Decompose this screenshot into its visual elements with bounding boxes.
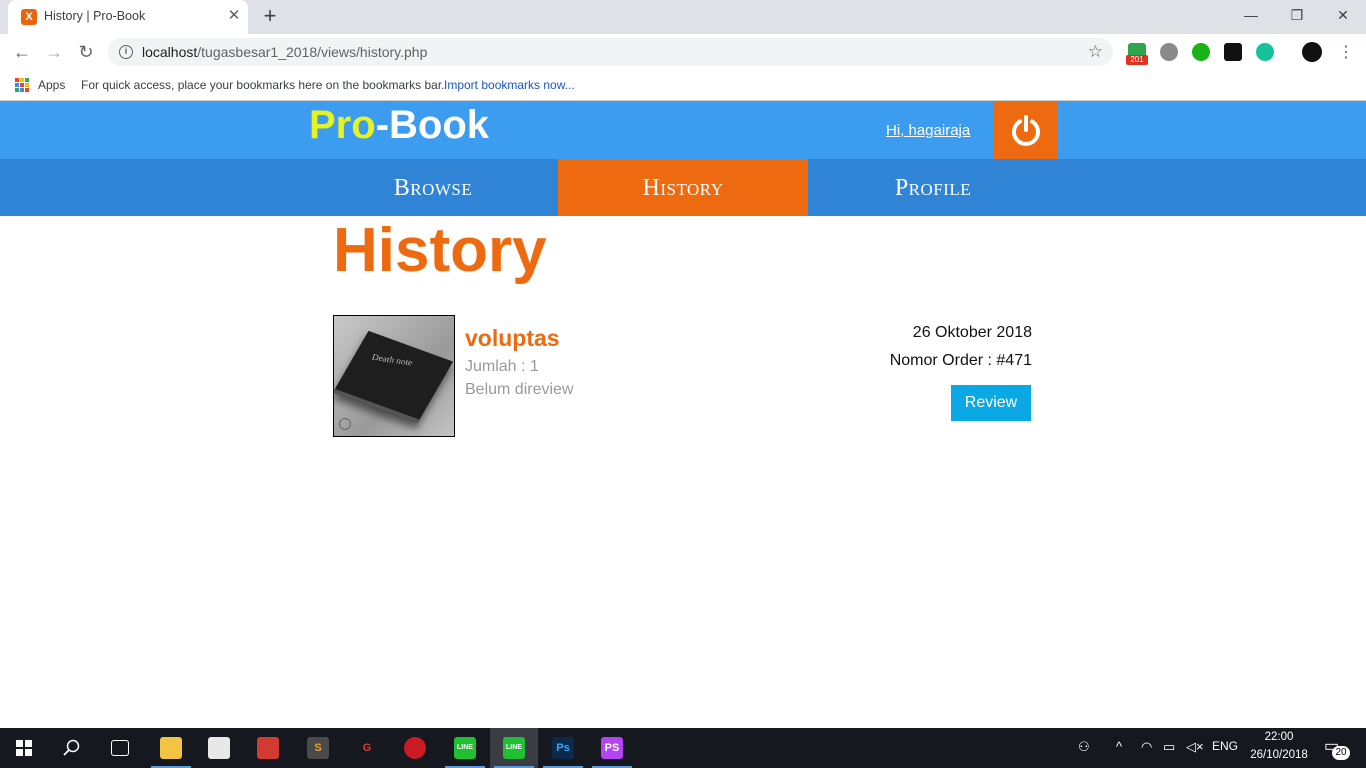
extension-jetbrains-icon[interactable] bbox=[1224, 43, 1242, 61]
photoshop-icon[interactable]: Ps bbox=[539, 728, 587, 768]
review-status: Belum direview bbox=[465, 381, 574, 398]
line-app-active-icon[interactable]: LINE bbox=[490, 728, 538, 768]
store-icon[interactable] bbox=[195, 728, 243, 768]
bookmarks-hint: For quick access, place your bookmarks h… bbox=[81, 78, 445, 92]
logout-button[interactable] bbox=[993, 101, 1058, 159]
bookmark-star-icon[interactable]: ☆ bbox=[1088, 42, 1103, 62]
close-tab-icon[interactable]: ✕ bbox=[224, 6, 244, 26]
browser-tab[interactable]: X History | Pro-Book ✕ bbox=[8, 0, 248, 34]
volume-muted-icon[interactable]: ◁× bbox=[1186, 739, 1204, 755]
battery-icon[interactable]: ▭ bbox=[1163, 739, 1175, 755]
book-cover-image[interactable]: Death note bbox=[333, 315, 455, 437]
site-header: Pro-Book Hi, hagairaja bbox=[0, 101, 1366, 159]
logo-book: -Book bbox=[375, 103, 490, 147]
clock-time[interactable]: 22:00 bbox=[1258, 731, 1300, 743]
book-cover-text: Death note bbox=[370, 352, 414, 368]
order-quantity: Jumlah : 1 bbox=[465, 358, 539, 375]
search-icon[interactable] bbox=[48, 728, 96, 768]
book-title[interactable]: voluptas bbox=[465, 325, 560, 352]
start-button[interactable] bbox=[0, 728, 48, 768]
book-shape: Death note bbox=[334, 330, 454, 424]
url-text[interactable]: localhost/tugasbesar1_2018/views/history… bbox=[142, 44, 427, 60]
extension-grammarly-icon[interactable] bbox=[1256, 43, 1274, 61]
url-host: localhost bbox=[142, 44, 198, 60]
nav-profile[interactable]: Profile bbox=[808, 159, 1058, 216]
browser-menu-icon[interactable]: ⋮ bbox=[1338, 42, 1354, 62]
file-explorer-icon[interactable] bbox=[147, 728, 195, 768]
info-icon[interactable]: i bbox=[119, 45, 133, 59]
extension-bulb-icon[interactable] bbox=[1160, 43, 1178, 61]
order-number: Nomor Order : #471 bbox=[889, 352, 1032, 369]
tab-title: History | Pro-Book bbox=[44, 9, 146, 23]
reload-icon[interactable]: ↻ bbox=[74, 41, 98, 63]
watermark-icon bbox=[339, 418, 351, 430]
new-tab-button[interactable]: + bbox=[258, 5, 282, 29]
extension-share-icon[interactable] bbox=[1192, 43, 1210, 61]
forward-arrow-icon[interactable]: → bbox=[42, 41, 66, 63]
back-arrow-icon[interactable]: ← bbox=[10, 41, 34, 63]
profile-avatar[interactable] bbox=[1302, 42, 1322, 62]
windows-taskbar: S G LINE LINE Ps PS ⚇ ^ ◠ ▭ ◁× ENG ▭ bbox=[0, 728, 1366, 768]
main-nav: Browse History Profile bbox=[0, 159, 1366, 216]
language-indicator[interactable]: ENG bbox=[1212, 739, 1238, 753]
restore-window-icon[interactable]: ❐ bbox=[1274, 0, 1320, 30]
user-greeting-link[interactable]: Hi, hagairaja bbox=[886, 122, 970, 139]
review-button[interactable]: Review bbox=[951, 385, 1031, 421]
windows-logo-icon bbox=[16, 740, 32, 756]
opera-icon[interactable] bbox=[391, 728, 439, 768]
clock-date[interactable]: 26/10/2018 bbox=[1246, 749, 1312, 761]
close-window-icon[interactable]: ✕ bbox=[1320, 0, 1366, 30]
nav-browse[interactable]: Browse bbox=[308, 159, 558, 216]
sublime-text-icon[interactable]: S bbox=[294, 728, 342, 768]
xampp-favicon-icon: X bbox=[21, 9, 37, 25]
chevron-up-icon[interactable]: ^ bbox=[1116, 739, 1122, 754]
site-logo[interactable]: Pro-Book bbox=[309, 103, 489, 148]
url-path: /tugasbesar1_2018/views/history.php bbox=[197, 44, 428, 60]
garena-icon[interactable]: G bbox=[343, 728, 391, 768]
gift-app-icon[interactable] bbox=[244, 728, 292, 768]
browser-tab-strip: X History | Pro-Book ✕ + — ❐ ✕ bbox=[0, 0, 1366, 34]
order-date: 26 Oktober 2018 bbox=[912, 324, 1032, 341]
phpstorm-icon[interactable]: PS bbox=[588, 728, 636, 768]
nav-history[interactable]: History bbox=[558, 159, 808, 216]
people-icon[interactable]: ⚇ bbox=[1078, 739, 1090, 755]
notification-count-badge: 20 bbox=[1332, 746, 1350, 760]
magnifier-icon bbox=[63, 739, 80, 756]
apps-link[interactable]: Apps bbox=[38, 78, 65, 92]
logo-pro: Pro bbox=[309, 103, 376, 147]
extension-badge: 201 bbox=[1126, 55, 1148, 65]
address-bar[interactable]: i localhost/tugasbesar1_2018/views/histo… bbox=[108, 38, 1113, 66]
page-title: History bbox=[333, 216, 547, 285]
power-icon bbox=[1012, 115, 1040, 146]
wifi-icon[interactable]: ◠ bbox=[1141, 739, 1152, 755]
minimize-window-icon[interactable]: — bbox=[1228, 0, 1274, 30]
apps-grid-icon[interactable] bbox=[15, 78, 29, 92]
line-app-icon[interactable]: LINE bbox=[441, 728, 489, 768]
import-bookmarks-link[interactable]: Import bookmarks now... bbox=[444, 78, 575, 92]
task-view-icon[interactable] bbox=[96, 728, 144, 768]
bookmarks-bar: Apps For quick access, place your bookma… bbox=[0, 70, 1366, 101]
